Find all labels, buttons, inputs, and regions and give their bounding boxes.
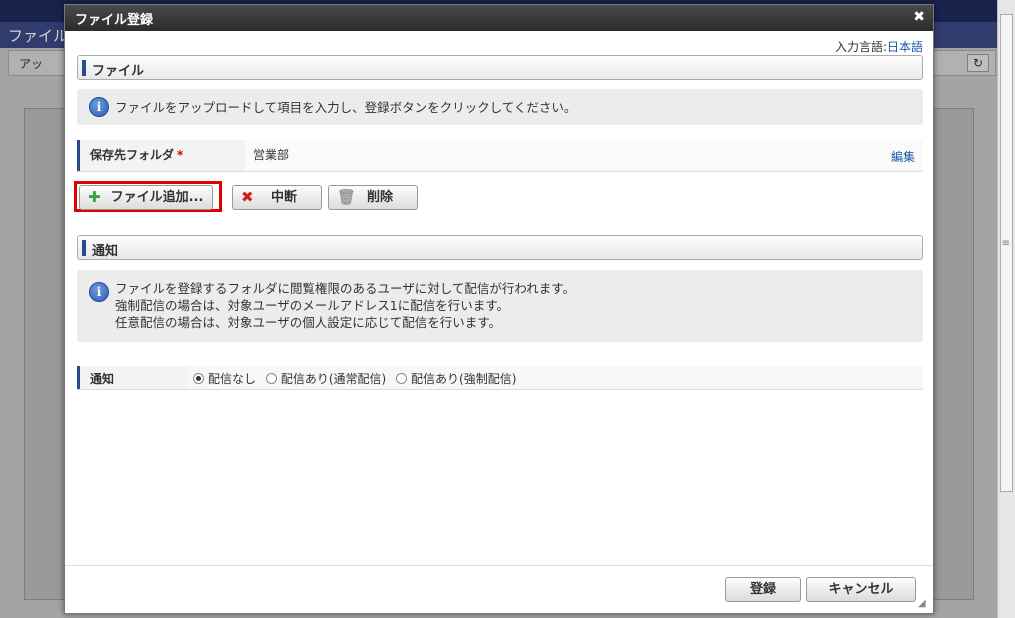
section-file-title: ファイル — [92, 64, 145, 79]
dialog-body: 入力言語:日本語 ファイル i ファイルをアップロードして項目を入力し、登録ボタ… — [74, 31, 923, 561]
dialog-title: ファイル登録 — [75, 13, 154, 28]
trash-icon: 🗑 — [337, 188, 357, 206]
register-button[interactable]: 登録 — [725, 577, 801, 602]
delete-label: 削除 — [366, 190, 393, 205]
notify-info-box: i ファイルを登録するフォルダに閲覧権限のあるユーザに対して配信が行われます。 … — [77, 270, 923, 342]
radio-normal-delivery[interactable]: 配信あり(通常配信) — [265, 370, 387, 387]
radio-dot[interactable] — [396, 373, 408, 384]
dialog-header: ファイル登録 ✖ — [65, 5, 933, 31]
info-icon: i — [89, 97, 109, 117]
resize-grip-icon[interactable]: ◢ — [918, 598, 930, 610]
file-info-text: ファイルをアップロードして項目を入力し、登録ボタンをクリックしてください。 — [115, 100, 577, 115]
stop-button[interactable]: ✖ 中断 — [232, 185, 322, 210]
radio-dot[interactable] — [193, 373, 204, 384]
close-icon[interactable]: ✖ — [913, 9, 925, 25]
notify-info-line-2: 強制配信の場合は、対象ユーザのメールアドレス1に配信を行います。 — [115, 298, 509, 313]
input-language-label: 入力言語: — [834, 40, 887, 54]
file-info-box: i ファイルをアップロードして項目を入力し、登録ボタンをクリックしてください。 — [77, 89, 923, 125]
notify-info-line-1: ファイルを登録するフォルダに閲覧権限のあるユーザに対して配信が行われます。 — [115, 281, 576, 296]
notify-info-line-3: 任意配信の場合は、対象ユーザの個人設定に応じて配信を行います。 — [115, 315, 502, 330]
plus-icon: ✚ — [88, 188, 101, 206]
required-mark: * — [177, 148, 184, 162]
radio-label: 配信あり(強制配信) — [411, 372, 517, 386]
page-scrollbar[interactable]: ≡ — [997, 0, 1015, 618]
section-file-header: ファイル — [77, 55, 923, 80]
radio-label: 配信なし — [208, 372, 257, 386]
dialog-footer: 登録 キャンセル ◢ — [65, 565, 933, 613]
radio-label: 配信あり(通常配信) — [280, 372, 387, 386]
edit-folder-link[interactable]: 編集 — [891, 148, 915, 165]
notify-radio-group: 配信なし 配信あり(通常配信) 配信あり(強制配信) — [187, 366, 923, 389]
folder-field-value: 営業部 編集 — [245, 140, 923, 171]
folder-label-text: 保存先フォルダ — [90, 148, 175, 162]
input-language-link[interactable]: 日本語 — [887, 40, 923, 54]
notify-field-label: 通知 — [77, 366, 181, 389]
delete-button[interactable]: 🗑 削除 — [328, 185, 418, 210]
file-register-dialog: ファイル登録 ✖ 入力言語:日本語 ファイル i ファイルをアップロードして項目… — [64, 4, 934, 614]
cross-icon: ✖ — [241, 188, 254, 206]
scrollbar-thumb[interactable] — [1000, 14, 1013, 492]
radio-dot[interactable] — [265, 373, 277, 384]
section-notify-header: 通知 — [77, 235, 923, 260]
add-file-button[interactable]: ✚ ファイル追加... — [79, 185, 213, 210]
info-icon: i — [89, 282, 109, 302]
section-notify-title: 通知 — [92, 244, 119, 259]
stop-label: 中断 — [270, 190, 297, 205]
folder-value-text: 営業部 — [253, 148, 290, 162]
cancel-button[interactable]: キャンセル — [806, 577, 916, 602]
folder-field-row: 保存先フォルダ * 営業部 編集 — [77, 140, 923, 172]
input-language: 入力言語:日本語 — [835, 38, 923, 55]
radio-no-delivery[interactable]: 配信なし — [193, 370, 256, 387]
notify-field-row: 通知 配信なし 配信あり(通常配信) 配信あり(強制配信) — [77, 366, 923, 390]
folder-field-label: 保存先フォルダ * — [77, 140, 245, 171]
scrollbar-grip-icon: ≡ — [1001, 238, 1010, 249]
radio-forced-delivery[interactable]: 配信あり(強制配信) — [396, 370, 516, 387]
add-file-label: ファイル追加... — [110, 190, 204, 205]
